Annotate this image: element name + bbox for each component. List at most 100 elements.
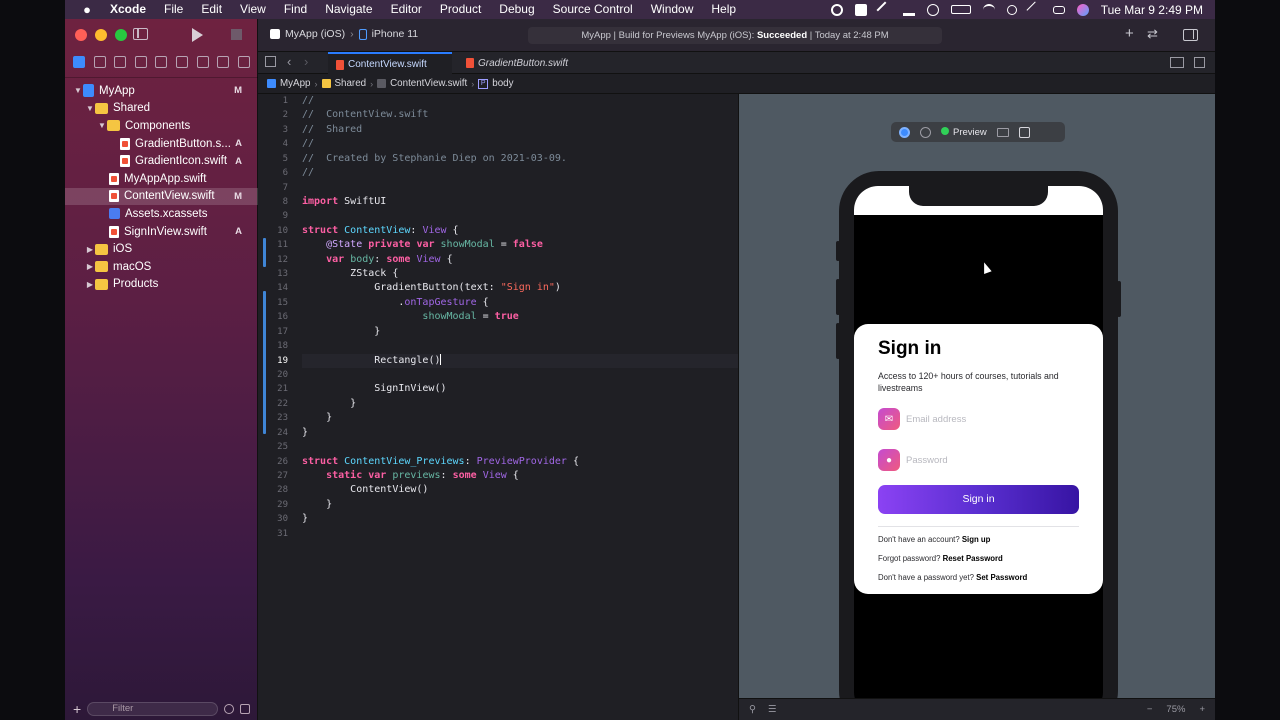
breakpoint-navigator-icon[interactable] [217, 56, 230, 68]
issue-navigator-icon[interactable] [155, 56, 168, 68]
breadcrumb-folder[interactable]: Shared [335, 78, 367, 89]
menu-window[interactable]: Window [642, 0, 703, 19]
breadcrumb-symbol[interactable]: body [492, 78, 513, 89]
zoom-level[interactable]: 75% [1166, 704, 1185, 715]
menu-source-control[interactable]: Source Control [544, 0, 642, 19]
tree-row-assets[interactable]: Assets.xcassets [65, 205, 258, 223]
reset-password-link[interactable]: Reset Password [943, 554, 1003, 563]
zoom-out-icon[interactable]: − [1147, 704, 1153, 715]
tool-icon[interactable] [854, 3, 867, 16]
menu-navigate[interactable]: Navigate [316, 0, 381, 19]
inspect-preview-icon[interactable] [920, 126, 931, 138]
report-navigator-icon[interactable] [237, 56, 250, 68]
inspector-toggle-icon[interactable] [1183, 29, 1198, 41]
signup-link[interactable]: Sign up [962, 535, 991, 544]
source-editor[interactable]: 1 2 3 4 5 6 7 8 9 10 11 12 13 14 15 16 1… [258, 94, 738, 720]
tree-row-macos[interactable]: ▶ macOS [65, 258, 258, 276]
source-control-icon[interactable] [93, 56, 106, 68]
signin-card: Sign in Access to 120+ hours of courses,… [854, 324, 1103, 594]
password-field[interactable]: ● Password [878, 446, 1078, 474]
chevron-down-icon[interactable]: ▼ [97, 121, 107, 130]
navigator-filter-field[interactable]: Filter [87, 702, 218, 716]
chevron-right-icon[interactable]: ▶ [85, 262, 95, 271]
minimize-window-button[interactable] [95, 29, 107, 41]
stop-button[interactable] [231, 29, 242, 40]
sidebar-toggle-icon[interactable] [133, 28, 148, 40]
debug-navigator-icon[interactable] [196, 56, 209, 68]
zoom-in-icon[interactable]: + [1199, 704, 1205, 715]
tree-row-shared[interactable]: ▼ Shared [65, 100, 258, 118]
test-navigator-icon[interactable] [176, 56, 188, 68]
pin-preview-icon[interactable]: ⚲ [749, 704, 756, 715]
recent-files-icon[interactable] [224, 704, 234, 714]
tab-gradientbutton[interactable]: GradientButton.swift [458, 52, 588, 74]
add-file-button[interactable]: + [73, 701, 81, 717]
mute-icon[interactable] [1026, 1, 1044, 18]
find-navigator-icon[interactable] [134, 56, 147, 68]
iphone-screen[interactable]: Sign in Access to 120+ hours of courses,… [854, 186, 1103, 716]
tree-row-myapp[interactable]: ▼ MyApp M [65, 82, 258, 100]
chevron-down-icon[interactable]: ▼ [73, 86, 83, 95]
menu-debug[interactable]: Debug [490, 0, 543, 19]
signin-button[interactable]: Sign in [878, 485, 1079, 514]
live-preview-icon[interactable] [899, 126, 910, 138]
folder-navigator-icon[interactable] [73, 56, 86, 68]
play-icon[interactable] [926, 3, 939, 16]
code-text[interactable]: // // ContentView.swift // Shared // // … [302, 94, 738, 541]
preview-label-group[interactable]: Preview [941, 126, 987, 138]
zoom-window-button[interactable] [115, 29, 127, 41]
code-review-button[interactable]: ⇄ [1147, 26, 1158, 42]
docker-icon[interactable] [902, 4, 915, 16]
siri-icon[interactable] [1076, 3, 1089, 16]
tab-contentview[interactable]: ContentView.swift [328, 52, 452, 74]
symbol-navigator-icon[interactable] [114, 56, 127, 68]
tree-row-signinview[interactable]: SignInView.swift A [65, 223, 258, 241]
breadcrumb-project[interactable]: MyApp [280, 78, 311, 89]
duplicate-preview-icon[interactable] [1018, 126, 1030, 138]
menu-view[interactable]: View [231, 0, 275, 19]
wifi-icon[interactable] [982, 3, 995, 16]
tree-row-contentview[interactable]: ContentView.swift M [65, 187, 258, 206]
email-field[interactable]: ✉ Email address [878, 405, 1078, 433]
apple-menu-icon[interactable]: ● [73, 2, 101, 17]
menu-find[interactable]: Find [275, 0, 316, 19]
pen-icon[interactable] [876, 1, 894, 18]
tree-row-gradientbutton[interactable]: GradientButton.s... A [65, 135, 258, 153]
chevron-down-icon[interactable]: ▼ [85, 104, 95, 113]
control-center-icon[interactable] [1052, 5, 1065, 14]
tree-row-gradienticon[interactable]: GradientIcon.swift A [65, 152, 258, 170]
menu-product[interactable]: Product [431, 0, 490, 19]
tree-row-myappapp[interactable]: MyAppApp.swift [65, 170, 258, 188]
tree-row-products[interactable]: ▶ Products [65, 276, 258, 294]
set-password-link[interactable]: Set Password [976, 573, 1027, 582]
related-items-icon[interactable] [265, 56, 276, 67]
close-window-button[interactable] [75, 29, 87, 41]
tree-row-components[interactable]: ▼ Components [65, 117, 258, 135]
list-icon[interactable]: ☰ [768, 704, 777, 715]
battery-icon[interactable] [950, 5, 971, 14]
chevron-right-icon[interactable]: ▶ [85, 280, 95, 289]
record-icon[interactable] [830, 3, 843, 16]
menu-edit[interactable]: Edit [192, 0, 231, 19]
menu-clock[interactable]: Tue Mar 9 2:49 PM [1101, 3, 1203, 17]
device-settings-icon[interactable] [996, 127, 1009, 137]
swift-file-icon [120, 137, 130, 150]
menu-app-name[interactable]: Xcode [101, 0, 155, 19]
editor-options-icon[interactable] [1170, 57, 1184, 68]
split-editor-icon[interactable] [1194, 57, 1205, 68]
scm-filter-icon[interactable] [240, 704, 250, 714]
back-arrow-icon[interactable]: ‹ [287, 54, 291, 69]
chevron-right-icon[interactable]: ▶ [85, 245, 95, 254]
menu-help[interactable]: Help [702, 0, 745, 19]
menu-file[interactable]: File [155, 0, 192, 19]
preview-canvas[interactable]: Preview Sign in Access to 120+ hours of … [738, 94, 1215, 720]
scheme-selector[interactable]: MyApp (iOS) › iPhone 11 [270, 28, 418, 40]
library-button[interactable]: + [1125, 25, 1134, 42]
search-icon[interactable] [1006, 4, 1017, 15]
breadcrumb-file[interactable]: ContentView.swift [390, 78, 467, 89]
run-button[interactable] [192, 28, 203, 42]
forward-arrow-icon[interactable]: › [304, 54, 308, 69]
menu-editor[interactable]: Editor [382, 0, 431, 19]
tree-row-ios[interactable]: ▶ iOS [65, 240, 258, 258]
